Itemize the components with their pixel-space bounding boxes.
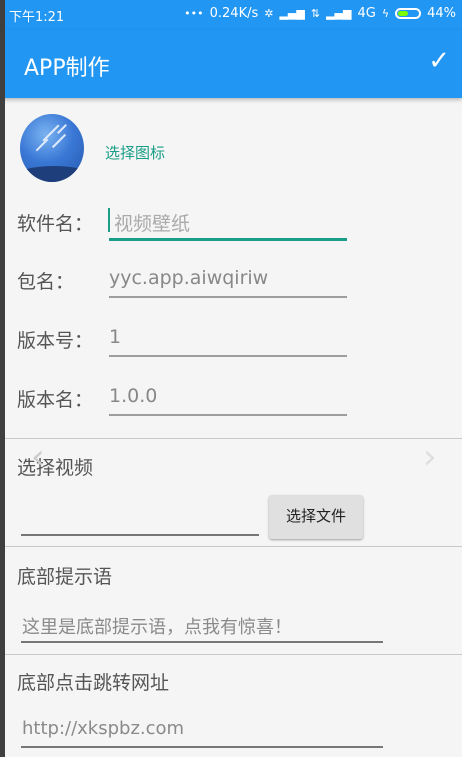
version-code-input[interactable]: 1 [109,326,121,348]
footer-link-heading: 底部点击跳转网址 [17,672,170,694]
confirm-check-icon[interactable]: ✓ [428,46,450,76]
app-bar-title: APP制作 [24,56,110,81]
charging-icon: ϟ [381,7,390,20]
input-underline [109,414,347,416]
data-arrows-icon: ⇅ [310,7,321,20]
signal-icon-2: ▂▄▆ [326,7,352,20]
choose-file-button[interactable]: 选择文件 [269,495,363,539]
battery-level: 44% [427,6,456,21]
version-name-input[interactable]: 1.0.0 [109,385,157,407]
field-label: 包名： [17,271,75,293]
video-heading: 选择视频 [17,457,94,479]
footer-link-section: 底部点击跳转网址 http://xkspbz.com [5,654,462,757]
version-code-field[interactable]: 版本号： 1 [17,318,357,358]
app-icon-image[interactable] [20,114,84,182]
icon-picker-row: 选择图标 [20,114,460,186]
prev-arrow-icon[interactable]: ‹ [31,437,45,477]
text-caret [108,208,110,232]
alarm-icon: ✲ [264,7,274,20]
network-speed: 0.24K/s [209,6,259,21]
signal-icon: ▂▄▆ [279,7,305,20]
field-label: 版本号： [17,330,94,352]
app-name-input[interactable]: 视频壁纸 [114,209,190,236]
next-arrow-icon[interactable]: › [423,437,437,477]
app-name-field[interactable]: 软件名： 视频壁纸 [17,201,357,241]
video-section: 选择视频 ‹ › 选择文件 [5,437,462,547]
field-label: 软件名： [17,213,94,235]
status-indicators: ••• 0.24K/s ✲ ▂▄▆ ⇅ ▂▄▆ 4G ϟ 44% [184,6,456,21]
video-path-input[interactable] [21,534,259,536]
status-time: 下午1:21 [9,10,65,25]
input-underline [109,238,347,241]
battery-icon [395,8,422,19]
input-underline [109,355,347,357]
choose-icon-link[interactable]: 选择图标 [105,142,165,163]
footer-tip-section: 底部提示语 这里是底部提示语，点我有惊喜！ [5,546,462,655]
input-underline [109,296,347,298]
status-bar: 下午1:21 ••• 0.24K/s ✲ ▂▄▆ ⇅ ▂▄▆ 4G ϟ 44% [5,0,462,30]
package-name-input[interactable]: yyc.app.aiwqiriw [109,267,268,289]
more-dots-icon: ••• [184,7,204,20]
version-name-field[interactable]: 版本名： 1.0.0 [17,377,357,417]
package-name-field[interactable]: 包名： yyc.app.aiwqiriw [17,259,357,299]
network-type: 4G [357,6,376,21]
app-bar: APP制作 ✓ [5,30,462,98]
footer-tip-heading: 底部提示语 [17,566,113,588]
field-label: 版本名： [17,389,94,411]
app-screen: 下午1:21 ••• 0.24K/s ✲ ▂▄▆ ⇅ ▂▄▆ 4G ϟ 44% … [5,0,462,757]
input-underline [21,641,383,643]
footer-link-input[interactable]: http://xkspbz.com [22,718,184,739]
footer-tip-input[interactable]: 这里是底部提示语，点我有惊喜！ [22,613,292,639]
input-underline [21,746,383,748]
